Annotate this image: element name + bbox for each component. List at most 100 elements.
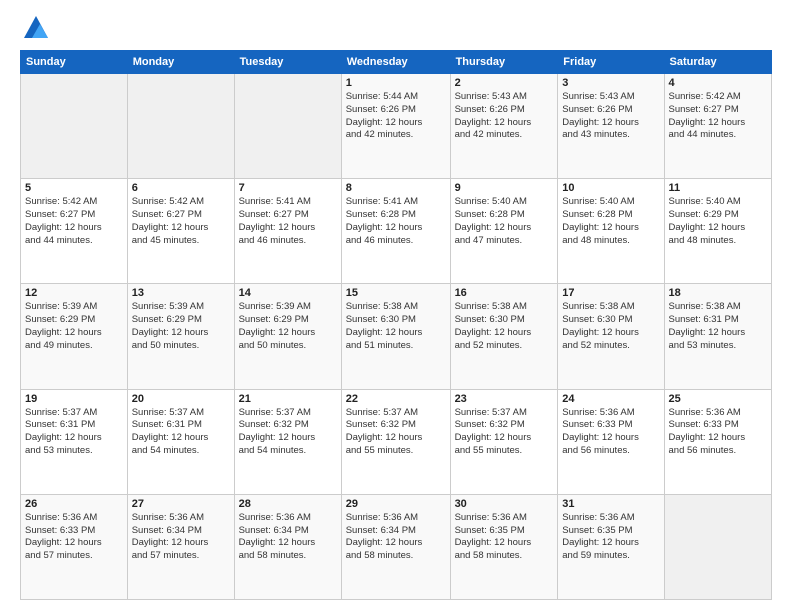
calendar-cell: 21 Sunrise: 5:37 AM Sunset: 6:32 PM Dayli… [234,389,341,494]
day-number: 11 [669,182,768,194]
calendar-cell: 4 Sunrise: 5:42 AM Sunset: 6:27 PM Daylig… [664,74,772,179]
day-number: 21 [239,393,337,405]
day-info: Sunrise: 5:39 AM Sunset: 6:29 PM Dayligh… [239,301,337,352]
calendar-cell: 20 Sunrise: 5:37 AM Sunset: 6:31 PM Dayli… [127,389,234,494]
day-info: Sunrise: 5:40 AM Sunset: 6:29 PM Dayligh… [669,196,768,247]
calendar-cell: 27 Sunrise: 5:36 AM Sunset: 6:34 PM Dayli… [127,494,234,599]
day-number: 17 [562,287,659,299]
week-row-0: 1Sunrise: 5:44 AM Sunset: 6:26 PM Daylig… [21,74,772,179]
day-number: 10 [562,182,659,194]
day-number: 5 [25,182,123,194]
day-number: 7 [239,182,337,194]
day-number: 28 [239,498,337,510]
day-number: 6 [132,182,230,194]
day-number: 8 [346,182,446,194]
day-info: Sunrise: 5:36 AM Sunset: 6:34 PM Dayligh… [132,512,230,563]
calendar-cell [664,494,772,599]
header [20,18,772,42]
day-number: 16 [455,287,554,299]
day-info: Sunrise: 5:40 AM Sunset: 6:28 PM Dayligh… [562,196,659,247]
logo [20,18,50,42]
calendar-cell: 7Sunrise: 5:41 AM Sunset: 6:27 PM Daylig… [234,179,341,284]
day-info: Sunrise: 5:42 AM Sunset: 6:27 PM Dayligh… [132,196,230,247]
weekday-header-row: SundayMondayTuesdayWednesdayThursdayFrid… [21,51,772,74]
calendar-cell: 26 Sunrise: 5:36 AM Sunset: 6:33 PM Dayli… [21,494,128,599]
day-info: Sunrise: 5:36 AM Sunset: 6:34 PM Dayligh… [346,512,446,563]
calendar-cell: 16 Sunrise: 5:38 AM Sunset: 6:30 PM Dayli… [450,284,558,389]
weekday-tuesday: Tuesday [234,51,341,74]
calendar-cell: 8 Sunrise: 5:41 AM Sunset: 6:28 PM Daylig… [341,179,450,284]
day-number: 15 [346,287,446,299]
calendar-cell [127,74,234,179]
day-number: 27 [132,498,230,510]
calendar-cell: 9 Sunrise: 5:40 AM Sunset: 6:28 PM Daylig… [450,179,558,284]
day-info: Sunrise: 5:36 AM Sunset: 6:33 PM Dayligh… [669,407,768,458]
day-info: Sunrise: 5:38 AM Sunset: 6:30 PM Dayligh… [455,301,554,352]
day-number: 3 [562,77,659,89]
day-number: 14 [239,287,337,299]
calendar-table: SundayMondayTuesdayWednesdayThursdayFrid… [20,50,772,600]
day-info: Sunrise: 5:40 AM Sunset: 6:28 PM Dayligh… [455,196,554,247]
day-number: 4 [669,77,768,89]
week-row-4: 26 Sunrise: 5:36 AM Sunset: 6:33 PM Dayli… [21,494,772,599]
day-number: 30 [455,498,554,510]
logo-icon [22,14,50,42]
day-info: Sunrise: 5:36 AM Sunset: 6:33 PM Dayligh… [562,407,659,458]
day-info: Sunrise: 5:39 AM Sunset: 6:29 PM Dayligh… [25,301,123,352]
day-number: 13 [132,287,230,299]
day-info: Sunrise: 5:37 AM Sunset: 6:32 PM Dayligh… [239,407,337,458]
calendar-page: SundayMondayTuesdayWednesdayThursdayFrid… [0,0,792,612]
calendar-cell: 25 Sunrise: 5:36 AM Sunset: 6:33 PM Dayli… [664,389,772,494]
weekday-saturday: Saturday [664,51,772,74]
calendar-cell: 19Sunrise: 5:37 AM Sunset: 6:31 PM Dayli… [21,389,128,494]
day-info: Sunrise: 5:36 AM Sunset: 6:34 PM Dayligh… [239,512,337,563]
day-info: Sunrise: 5:43 AM Sunset: 6:26 PM Dayligh… [562,91,659,142]
day-info: Sunrise: 5:37 AM Sunset: 6:31 PM Dayligh… [25,407,123,458]
day-number: 20 [132,393,230,405]
calendar-cell: 18Sunrise: 5:38 AM Sunset: 6:31 PM Dayli… [664,284,772,389]
calendar-cell: 5 Sunrise: 5:42 AM Sunset: 6:27 PM Daylig… [21,179,128,284]
day-info: Sunrise: 5:37 AM Sunset: 6:31 PM Dayligh… [132,407,230,458]
day-number: 25 [669,393,768,405]
day-info: Sunrise: 5:41 AM Sunset: 6:28 PM Dayligh… [346,196,446,247]
week-row-3: 19Sunrise: 5:37 AM Sunset: 6:31 PM Dayli… [21,389,772,494]
calendar-cell: 3 Sunrise: 5:43 AM Sunset: 6:26 PM Daylig… [558,74,664,179]
calendar-cell: 15 Sunrise: 5:38 AM Sunset: 6:30 PM Dayli… [341,284,450,389]
weekday-sunday: Sunday [21,51,128,74]
calendar-cell [21,74,128,179]
calendar-cell: 28 Sunrise: 5:36 AM Sunset: 6:34 PM Dayli… [234,494,341,599]
calendar-cell: 14 Sunrise: 5:39 AM Sunset: 6:29 PM Dayli… [234,284,341,389]
calendar-cell: 29 Sunrise: 5:36 AM Sunset: 6:34 PM Dayli… [341,494,450,599]
day-info: Sunrise: 5:36 AM Sunset: 6:35 PM Dayligh… [562,512,659,563]
calendar-cell: 12Sunrise: 5:39 AM Sunset: 6:29 PM Dayli… [21,284,128,389]
calendar-cell: 6 Sunrise: 5:42 AM Sunset: 6:27 PM Daylig… [127,179,234,284]
day-number: 2 [455,77,554,89]
day-number: 9 [455,182,554,194]
weekday-friday: Friday [558,51,664,74]
day-info: Sunrise: 5:38 AM Sunset: 6:30 PM Dayligh… [346,301,446,352]
day-number: 29 [346,498,446,510]
day-info: Sunrise: 5:36 AM Sunset: 6:35 PM Dayligh… [455,512,554,563]
week-row-1: 5 Sunrise: 5:42 AM Sunset: 6:27 PM Daylig… [21,179,772,284]
week-row-2: 12Sunrise: 5:39 AM Sunset: 6:29 PM Dayli… [21,284,772,389]
day-info: Sunrise: 5:43 AM Sunset: 6:26 PM Dayligh… [455,91,554,142]
calendar-cell: 17Sunrise: 5:38 AM Sunset: 6:30 PM Dayli… [558,284,664,389]
calendar-cell: 31 Sunrise: 5:36 AM Sunset: 6:35 PM Dayli… [558,494,664,599]
day-number: 31 [562,498,659,510]
day-info: Sunrise: 5:37 AM Sunset: 6:32 PM Dayligh… [346,407,446,458]
calendar-cell: 2 Sunrise: 5:43 AM Sunset: 6:26 PM Daylig… [450,74,558,179]
day-number: 24 [562,393,659,405]
calendar-cell [234,74,341,179]
calendar-cell: 10 Sunrise: 5:40 AM Sunset: 6:28 PM Dayli… [558,179,664,284]
calendar-cell: 22Sunrise: 5:37 AM Sunset: 6:32 PM Dayli… [341,389,450,494]
day-info: Sunrise: 5:44 AM Sunset: 6:26 PM Dayligh… [346,91,446,142]
calendar-cell: 23Sunrise: 5:37 AM Sunset: 6:32 PM Dayli… [450,389,558,494]
day-info: Sunrise: 5:39 AM Sunset: 6:29 PM Dayligh… [132,301,230,352]
day-info: Sunrise: 5:36 AM Sunset: 6:33 PM Dayligh… [25,512,123,563]
weekday-thursday: Thursday [450,51,558,74]
day-info: Sunrise: 5:42 AM Sunset: 6:27 PM Dayligh… [669,91,768,142]
day-info: Sunrise: 5:42 AM Sunset: 6:27 PM Dayligh… [25,196,123,247]
day-number: 23 [455,393,554,405]
calendar-cell: 24 Sunrise: 5:36 AM Sunset: 6:33 PM Dayli… [558,389,664,494]
day-number: 26 [25,498,123,510]
